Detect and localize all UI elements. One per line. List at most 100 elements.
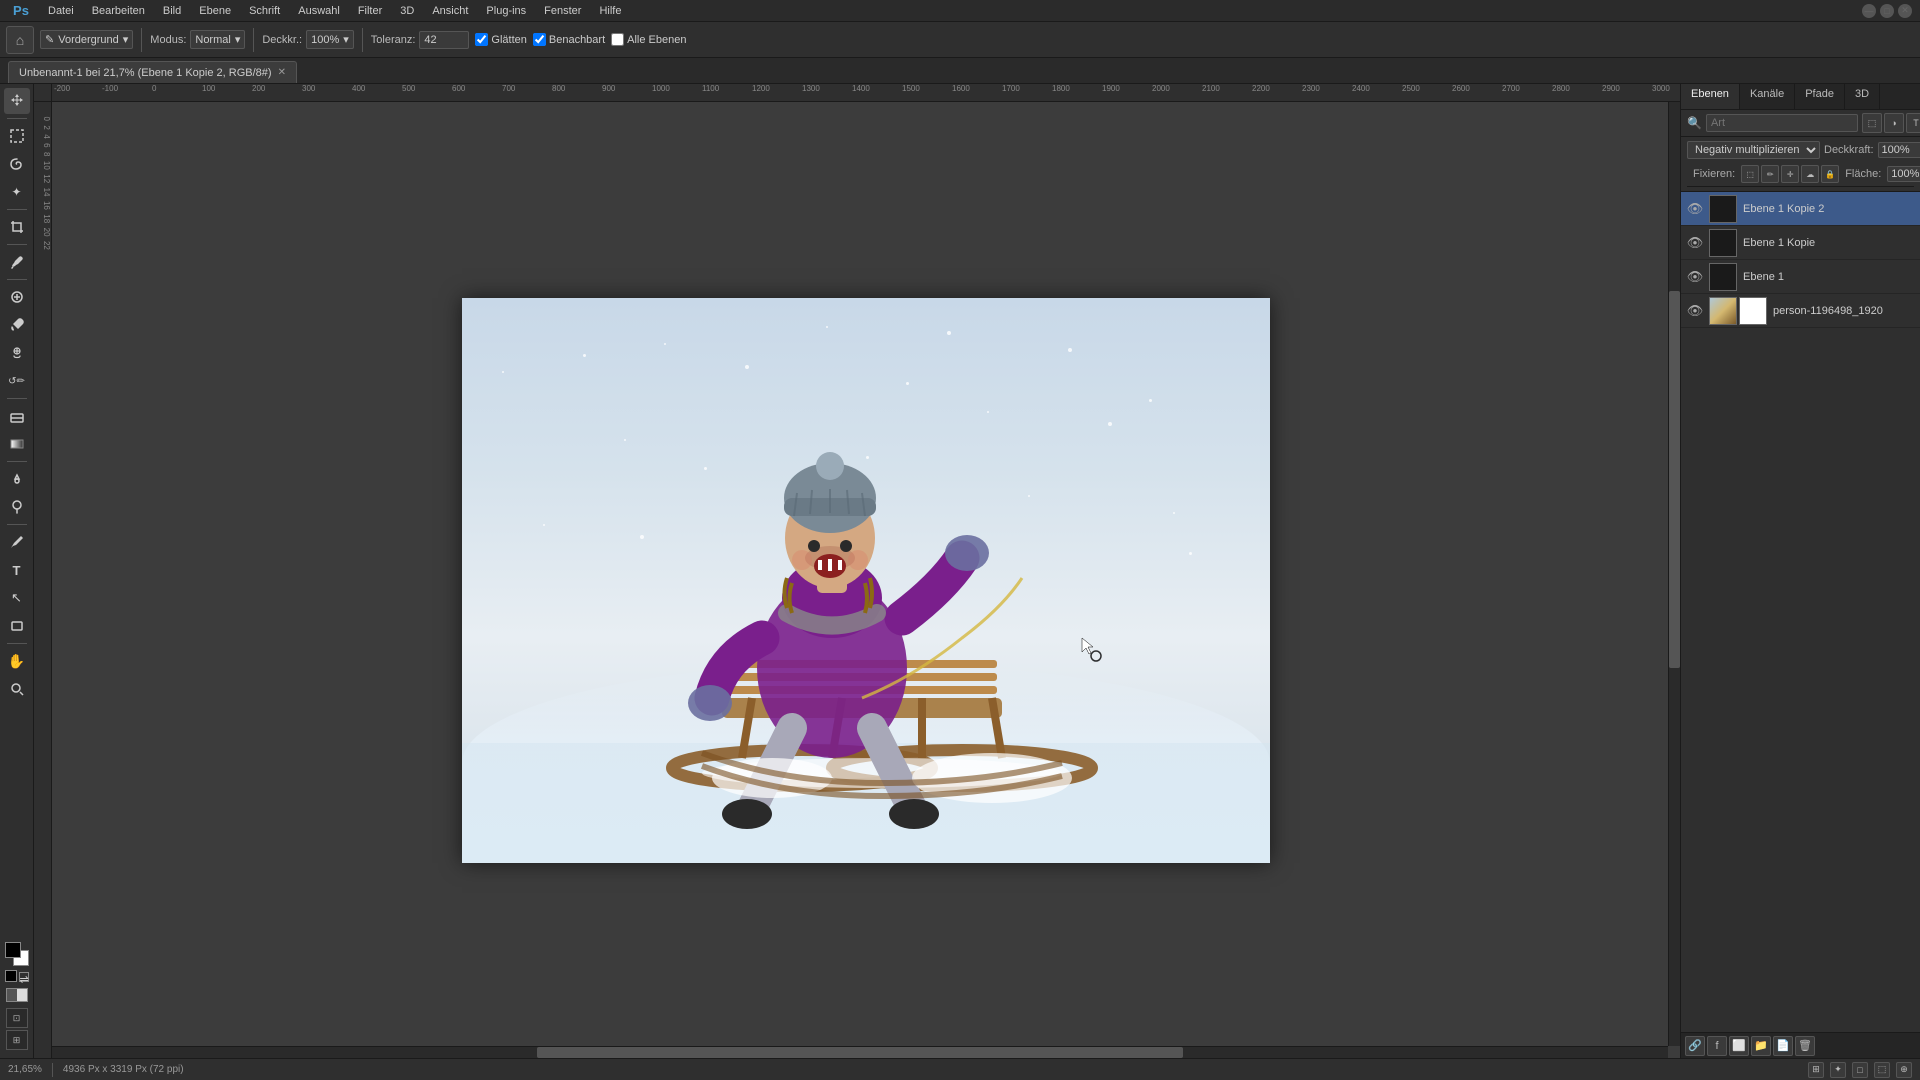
status-btn-2[interactable]: ✦ <box>1830 1062 1846 1078</box>
new-layer-btn[interactable]: 📄 <box>1773 1036 1793 1056</box>
status-btn-3[interactable]: □ <box>1852 1062 1868 1078</box>
menu-auswahl[interactable]: Auswahl <box>290 3 348 19</box>
layer-visibility-1[interactable]: 👁 <box>1687 201 1703 217</box>
swap-colors-icon[interactable]: ⇌ <box>19 972 29 982</box>
tool-path-select[interactable]: ↖ <box>4 585 30 611</box>
menu-datei[interactable]: Datei <box>40 3 82 19</box>
horizontal-scrollbar[interactable] <box>52 1046 1668 1058</box>
tool-heal[interactable] <box>4 284 30 310</box>
layers-list: 👁 Ebene 1 Kopie 2 👁 Ebene 1 Kopie 👁 <box>1681 192 1920 1032</box>
lock-artboard-btn[interactable]: ☁ <box>1801 165 1819 183</box>
menu-bild[interactable]: Bild <box>155 3 189 19</box>
filter-text-btn[interactable]: T <box>1906 113 1920 133</box>
zoom-status: 21,65% <box>8 1064 42 1075</box>
tool-clone[interactable] <box>4 340 30 366</box>
adjacent-checkbox[interactable] <box>533 33 546 46</box>
status-btn-5[interactable]: ⊕ <box>1896 1062 1912 1078</box>
artboard-button[interactable]: ⊞ <box>6 1030 28 1050</box>
delete-layer-btn[interactable]: 🗑 <box>1795 1036 1815 1056</box>
quick-mask-icon[interactable] <box>6 988 28 1002</box>
layer-visibility-3[interactable]: 👁 <box>1687 269 1703 285</box>
menu-ebene[interactable]: Ebene <box>191 3 239 19</box>
blend-mode-dropdown[interactable]: Negativ multiplizieren <box>1687 141 1820 159</box>
smooth-checkbox[interactable] <box>475 33 488 46</box>
opacity-input[interactable] <box>1878 142 1920 158</box>
layer-item-ebene1[interactable]: 👁 Ebene 1 <box>1681 260 1920 294</box>
add-style-btn[interactable]: f <box>1707 1036 1727 1056</box>
layer-item-photo[interactable]: 👁 person-1196498_1920 <box>1681 294 1920 328</box>
layer-thumb-1 <box>1709 195 1737 223</box>
filter-pixel-btn[interactable]: ⬚ <box>1862 113 1882 133</box>
tool-dodge[interactable] <box>4 494 30 520</box>
layer-item-ebene1-kopie[interactable]: 👁 Ebene 1 Kopie <box>1681 226 1920 260</box>
lock-position-btn[interactable]: ✛ <box>1781 165 1799 183</box>
photo-background <box>462 298 1270 863</box>
tab-pfade[interactable]: Pfade <box>1795 84 1845 109</box>
tab-ebenen[interactable]: Ebenen <box>1681 84 1740 109</box>
maximize-button[interactable]: □ <box>1880 4 1894 18</box>
all-layers-checkbox[interactable] <box>611 33 624 46</box>
screen-mode-button[interactable]: ⊡ <box>6 1008 28 1028</box>
menu-3d[interactable]: 3D <box>392 3 422 19</box>
tool-text[interactable]: T <box>4 557 30 583</box>
tool-select-rect[interactable] <box>4 123 30 149</box>
mode-dropdown[interactable]: Normal ▾ <box>190 30 245 49</box>
status-btn-1[interactable]: ⊞ <box>1808 1062 1824 1078</box>
layer-visibility-2[interactable]: 👁 <box>1687 235 1703 251</box>
tool-hand[interactable]: ✋ <box>4 648 30 674</box>
brush-preset-selector[interactable]: ✎ Vordergrund ▾ <box>40 30 133 49</box>
canvas-area[interactable]: -200 -100 0 100 200 300 400 500 600 700 … <box>34 84 1680 1058</box>
tab-3d[interactable]: 3D <box>1845 84 1880 109</box>
home-button[interactable]: ⌂ <box>6 26 34 54</box>
opacity-dropdown[interactable]: 100% ▾ <box>306 30 354 49</box>
menu-fenster[interactable]: Fenster <box>536 3 589 19</box>
menu-filter[interactable]: Filter <box>350 3 390 19</box>
tool-zoom[interactable] <box>4 676 30 702</box>
status-btn-4[interactable]: ⬚ <box>1874 1062 1890 1078</box>
close-button[interactable]: ✕ <box>1898 4 1912 18</box>
default-colors-icon[interactable] <box>5 970 17 982</box>
menu-bearbeiten[interactable]: Bearbeiten <box>84 3 153 19</box>
menu-ansicht[interactable]: Ansicht <box>424 3 476 19</box>
status-bar: 21,65% 4936 Px x 3319 Px (72 ppi) ⊞ ✦ □ … <box>0 1058 1920 1080</box>
lock-label: Fixieren: <box>1693 168 1735 180</box>
filter-adj-btn[interactable]: ◑ <box>1884 113 1904 133</box>
tool-magic-wand[interactable]: ✦ <box>4 179 30 205</box>
tool-pen[interactable] <box>4 529 30 555</box>
tool-history-brush[interactable]: ↺✏ <box>4 368 30 394</box>
minimize-button[interactable]: — <box>1862 4 1876 18</box>
fill-input[interactable] <box>1887 166 1920 182</box>
vertical-scrollbar[interactable] <box>1668 102 1680 1046</box>
lock-all-btn[interactable]: 🔒 <box>1821 165 1839 183</box>
tool-brush[interactable] <box>4 312 30 338</box>
lock-image-btn[interactable]: ✏ <box>1761 165 1779 183</box>
tool-shape[interactable] <box>4 613 30 639</box>
foreground-color-swatch[interactable] <box>5 942 21 958</box>
tool-eyedropper[interactable] <box>4 249 30 275</box>
tolerance-input[interactable] <box>419 31 469 49</box>
tool-crop[interactable] <box>4 214 30 240</box>
close-tab-icon[interactable]: ✕ <box>278 67 286 78</box>
tool-blur[interactable] <box>4 466 30 492</box>
layer-visibility-4[interactable]: 👁 <box>1687 303 1703 319</box>
document-frame[interactable] <box>462 298 1270 863</box>
menu-schrift[interactable]: Schrift <box>241 3 288 19</box>
menu-hilfe[interactable]: Hilfe <box>591 3 629 19</box>
tool-move[interactable] <box>4 88 30 114</box>
h-scrollbar-thumb[interactable] <box>537 1047 1183 1058</box>
foreground-background-colors[interactable] <box>5 942 29 966</box>
layer-item-ebene1-kopie2[interactable]: 👁 Ebene 1 Kopie 2 <box>1681 192 1920 226</box>
add-mask-btn[interactable]: ⬜ <box>1729 1036 1749 1056</box>
tool-lasso[interactable] <box>4 151 30 177</box>
tool-gradient[interactable] <box>4 431 30 457</box>
layers-search-input[interactable] <box>1706 114 1858 132</box>
lock-transparent-btn[interactable]: ⬚ <box>1741 165 1759 183</box>
v-scrollbar-thumb[interactable] <box>1669 291 1680 669</box>
link-layers-btn[interactable]: 🔗 <box>1685 1036 1705 1056</box>
ruler-mark-2000: 2000 <box>1152 84 1170 93</box>
document-tab[interactable]: Unbenannt-1 bei 21,7% (Ebene 1 Kopie 2, … <box>8 61 297 83</box>
new-group-btn[interactable]: 📁 <box>1751 1036 1771 1056</box>
menu-plugins[interactable]: Plug-ins <box>478 3 534 19</box>
tab-kanale[interactable]: Kanäle <box>1740 84 1795 109</box>
tool-eraser[interactable] <box>4 403 30 429</box>
